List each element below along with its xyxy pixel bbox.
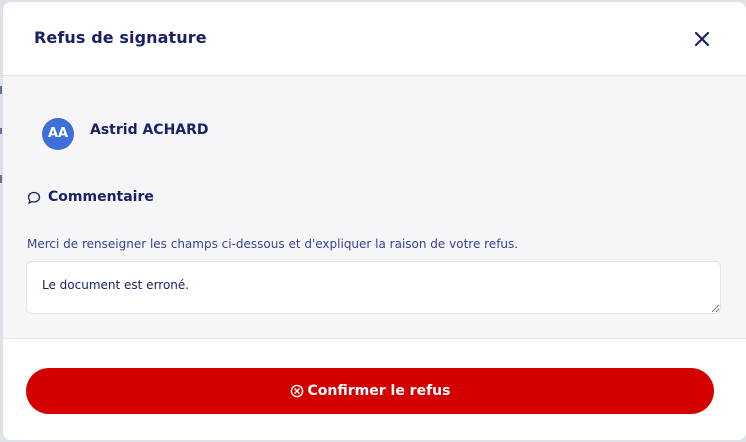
refusal-comment-textarea[interactable]: Le document est erroné. xyxy=(26,261,721,314)
confirm-refusal-button[interactable]: Confirmer le refus xyxy=(26,368,714,414)
close-icon xyxy=(694,31,710,47)
dialog-footer: Confirmer le refus xyxy=(3,338,746,440)
comment-heading: Commentaire xyxy=(48,189,154,205)
background-edge-mark xyxy=(0,86,2,94)
background-edge-mark xyxy=(0,128,2,134)
dialog-title: Refus de signature xyxy=(34,28,207,47)
signer-avatar: AA xyxy=(42,118,74,150)
circle-x-icon xyxy=(290,384,303,398)
signer-name: Astrid ACHARD xyxy=(90,122,209,138)
close-button[interactable] xyxy=(691,28,713,50)
confirm-refusal-label: Confirmer le refus xyxy=(307,383,451,399)
comment-icon xyxy=(27,191,41,204)
dialog-body: AA Astrid ACHARD Commentaire Merci de re… xyxy=(3,76,746,338)
comment-instructions: Merci de renseigner les champs ci-dessou… xyxy=(27,237,519,251)
refusal-dialog: Refus de signature AA Astrid ACHARD Comm… xyxy=(3,2,746,440)
background-edge-mark xyxy=(0,175,2,183)
dialog-header: Refus de signature xyxy=(3,2,746,76)
